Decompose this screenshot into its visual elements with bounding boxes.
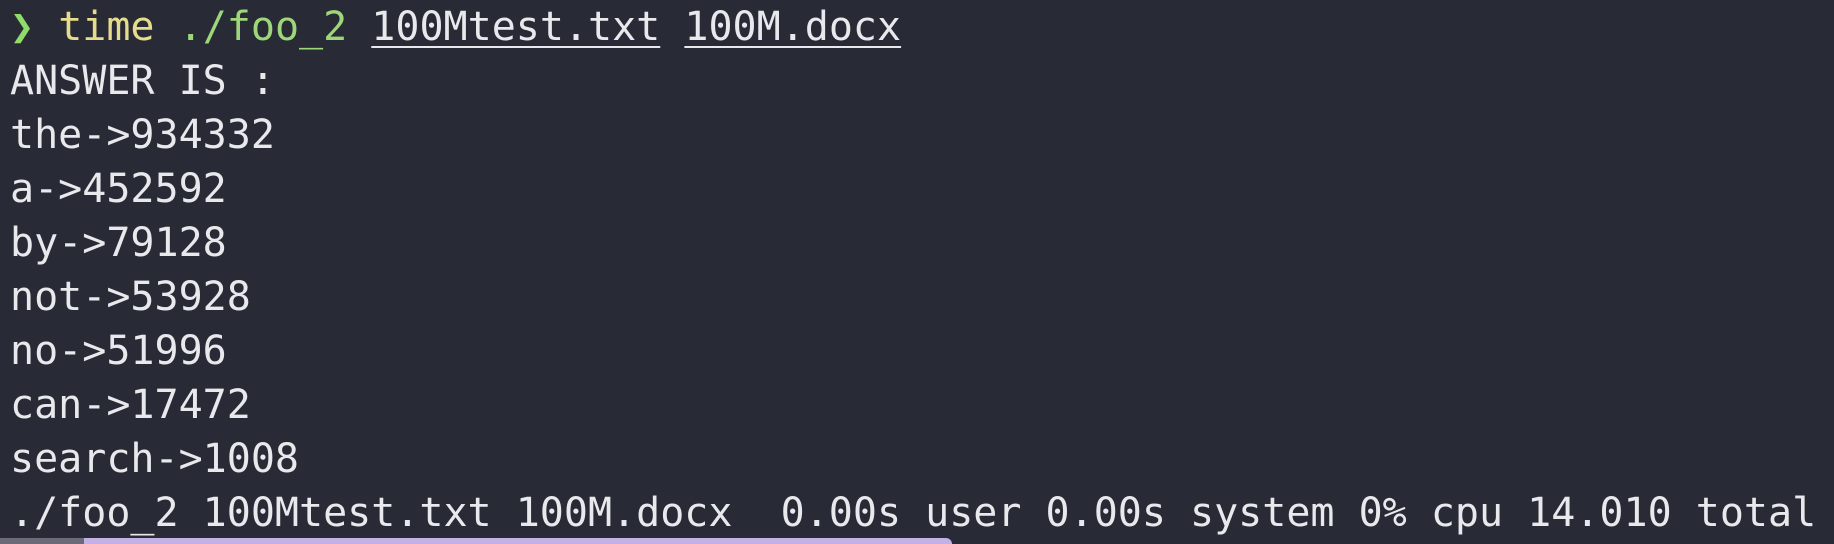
result-line: not->53928 (10, 274, 251, 320)
timing-summary: ./foo_2 100Mtest.txt 100M.docx 0.00s use… (10, 490, 1817, 536)
result-line: can->17472 (10, 382, 251, 428)
command-time: time (58, 4, 155, 50)
output-header: ANSWER IS : (10, 58, 275, 104)
terminal-window[interactable]: ❯ time ./foo_2 100Mtest.txt 100M.docx AN… (0, 0, 1834, 544)
command-executable: ./foo_2 (178, 4, 348, 50)
command-line: ❯ time ./foo_2 100Mtest.txt 100M.docx (10, 0, 1834, 54)
argument-input-file[interactable]: 100Mtest.txt (371, 4, 660, 50)
scrollbar-track[interactable] (0, 538, 952, 544)
result-line: by->79128 (10, 220, 227, 266)
argument-output-file[interactable]: 100M.docx (684, 4, 901, 50)
result-line: a->452592 (10, 166, 227, 212)
result-line: search->1008 (10, 436, 299, 482)
result-line: the->934332 (10, 112, 275, 158)
scrollbar-thumb[interactable] (0, 538, 84, 544)
result-line: no->51996 (10, 328, 227, 374)
prompt-symbol-icon: ❯ (10, 4, 35, 50)
